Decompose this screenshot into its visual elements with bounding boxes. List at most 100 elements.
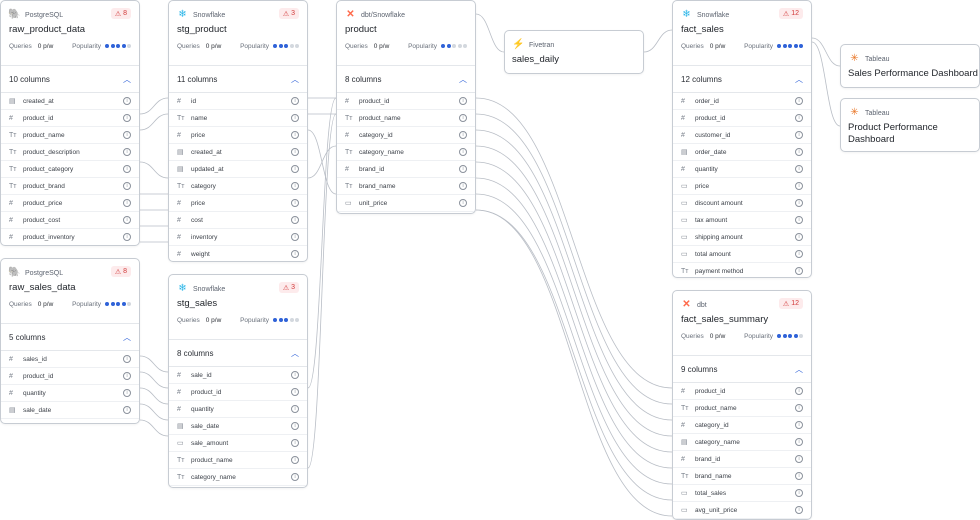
column-row[interactable]: # product_inventory i <box>1 229 139 245</box>
info-icon[interactable]: i <box>291 422 299 430</box>
info-icon[interactable]: i <box>459 131 467 139</box>
column-row[interactable]: # quantity i <box>673 161 811 178</box>
column-row[interactable]: # id i <box>169 93 307 110</box>
info-icon[interactable]: i <box>123 97 131 105</box>
info-icon[interactable]: i <box>459 182 467 190</box>
info-icon[interactable]: i <box>795 165 803 173</box>
lineage-node-fact-sales-summary[interactable]: ✕ dbt ⚠ 12 fact_sales_summary Queries 0 p/w Pop… <box>672 290 812 520</box>
lineage-node-raw-sales-data[interactable]: 🐘 PostgreSQL ⚠ 8 raw_sales_data Queries 0 p/w P… <box>0 258 140 424</box>
info-icon[interactable]: i <box>795 216 803 224</box>
info-icon[interactable]: i <box>795 404 803 412</box>
info-icon[interactable]: i <box>795 438 803 446</box>
info-icon[interactable]: i <box>795 506 803 514</box>
info-icon[interactable]: i <box>291 456 299 464</box>
lineage-node-fact-sales[interactable]: ❄ Snowflake ⚠ 12 fact_sales Queries 0 p/w Popul… <box>672 0 812 278</box>
column-row[interactable]: # weight i <box>169 246 307 261</box>
column-row[interactable]: # customer_id i <box>673 127 811 144</box>
column-row[interactable]: Tт product_name i <box>337 110 475 127</box>
column-row[interactable]: # product_cost i <box>1 212 139 229</box>
column-row[interactable]: # product_id i <box>673 383 811 400</box>
info-icon[interactable]: i <box>795 387 803 395</box>
info-icon[interactable]: i <box>123 233 131 241</box>
info-icon[interactable]: i <box>291 131 299 139</box>
info-icon[interactable]: i <box>459 148 467 156</box>
info-icon[interactable]: i <box>795 455 803 463</box>
info-icon[interactable]: i <box>291 114 299 122</box>
column-row[interactable]: # brand_id i <box>337 161 475 178</box>
columns-toggle[interactable]: 5 columns ︿ <box>1 324 139 351</box>
info-icon[interactable]: i <box>795 489 803 497</box>
column-row[interactable]: Tт product_description i <box>1 144 139 161</box>
column-row[interactable]: Tт category i <box>169 178 307 195</box>
lineage-node-product-dash[interactable]: ✳ Tableau Product Performance Dashboard <box>840 98 980 152</box>
info-icon[interactable]: i <box>123 182 131 190</box>
info-icon[interactable]: i <box>795 97 803 105</box>
column-row[interactable]: ▤ created_at i <box>169 144 307 161</box>
info-icon[interactable]: i <box>291 371 299 379</box>
node-title[interactable]: sales_daily <box>512 54 559 66</box>
column-row[interactable]: # category_id i <box>337 127 475 144</box>
column-row[interactable]: Tт product_name i <box>1 127 139 144</box>
info-icon[interactable]: i <box>795 114 803 122</box>
column-row[interactable]: Tт product_name i <box>169 452 307 469</box>
node-title[interactable]: stg_sales <box>177 298 217 309</box>
column-row[interactable]: ▭sale_amounti <box>1 419 139 424</box>
node-title[interactable]: fact_sales_summary <box>681 314 768 325</box>
column-row[interactable]: ▤ sale_date i <box>169 418 307 435</box>
info-icon[interactable]: i <box>795 131 803 139</box>
node-title[interactable]: raw_product_data <box>9 24 85 35</box>
column-row[interactable]: Tт name i <box>169 110 307 127</box>
info-icon[interactable]: i <box>795 250 803 258</box>
column-row[interactable]: # product_id i <box>1 110 139 127</box>
column-row[interactable]: # product_price i <box>1 195 139 212</box>
column-row[interactable]: ▭ tax amount i <box>673 212 811 229</box>
column-row[interactable]: #units_in_stocki <box>337 212 475 213</box>
node-title[interactable]: product <box>345 24 377 35</box>
column-row[interactable]: # product_id i <box>673 110 811 127</box>
lineage-node-stg-product[interactable]: ❄ Snowflake ⚠ 3 stg_product Queries 0 p/w Popul… <box>168 0 308 262</box>
column-row[interactable]: # price i <box>169 195 307 212</box>
info-icon[interactable]: i <box>291 405 299 413</box>
warning-badge[interactable]: ⚠ 8 <box>110 266 131 277</box>
column-row[interactable]: ▤ order_date i <box>673 144 811 161</box>
info-icon[interactable]: i <box>123 355 131 363</box>
column-row[interactable]: # quantity i <box>1 385 139 402</box>
info-icon[interactable]: i <box>123 372 131 380</box>
node-title[interactable]: Product Performance Dashboard <box>848 122 979 146</box>
column-row[interactable]: # sales_id i <box>1 351 139 368</box>
info-icon[interactable]: i <box>123 389 131 397</box>
info-icon[interactable]: i <box>459 97 467 105</box>
info-icon[interactable]: i <box>795 267 803 275</box>
info-icon[interactable]: i <box>459 165 467 173</box>
columns-toggle[interactable]: 10 columns ︿ <box>1 66 139 93</box>
columns-toggle[interactable]: 9 columns ︿ <box>673 356 811 383</box>
info-icon[interactable]: i <box>123 423 131 424</box>
column-row[interactable]: Tт product_category i <box>1 161 139 178</box>
info-icon[interactable]: i <box>795 199 803 207</box>
column-row[interactable]: # inventory i <box>169 229 307 246</box>
lineage-node-raw-product-data[interactable]: 🐘 PostgreSQL ⚠ 8 raw_product_data Queries 0 p/… <box>0 0 140 246</box>
column-row[interactable]: # product_id i <box>1 368 139 385</box>
warning-badge[interactable]: ⚠ 12 <box>778 8 803 19</box>
warning-badge[interactable]: ⚠ 3 <box>278 8 299 19</box>
column-row[interactable]: ▭ total_sales i <box>673 485 811 502</box>
column-row[interactable]: ▤ category_name i <box>673 434 811 451</box>
info-icon[interactable]: i <box>795 472 803 480</box>
column-row[interactable]: Tт brand_name i <box>673 468 811 485</box>
info-icon[interactable]: i <box>291 250 299 258</box>
column-row[interactable]: ▤ updated_at i <box>169 161 307 178</box>
info-icon[interactable]: i <box>459 114 467 122</box>
info-icon[interactable]: i <box>291 388 299 396</box>
node-title[interactable]: fact_sales <box>681 24 724 35</box>
info-icon[interactable]: i <box>123 165 131 173</box>
column-row[interactable]: # quantity i <box>169 401 307 418</box>
info-icon[interactable]: i <box>459 199 467 207</box>
info-icon[interactable]: i <box>291 165 299 173</box>
column-row[interactable]: # price i <box>169 127 307 144</box>
column-row[interactable]: ▭sale_amounti <box>169 435 307 452</box>
info-icon[interactable]: i <box>123 131 131 139</box>
info-icon[interactable]: i <box>795 421 803 429</box>
column-row[interactable]: ▭ discount amount i <box>673 195 811 212</box>
columns-toggle[interactable]: 11 columns ︿ <box>169 66 307 93</box>
column-row[interactable]: ▭ avg_unit_price i <box>673 502 811 519</box>
